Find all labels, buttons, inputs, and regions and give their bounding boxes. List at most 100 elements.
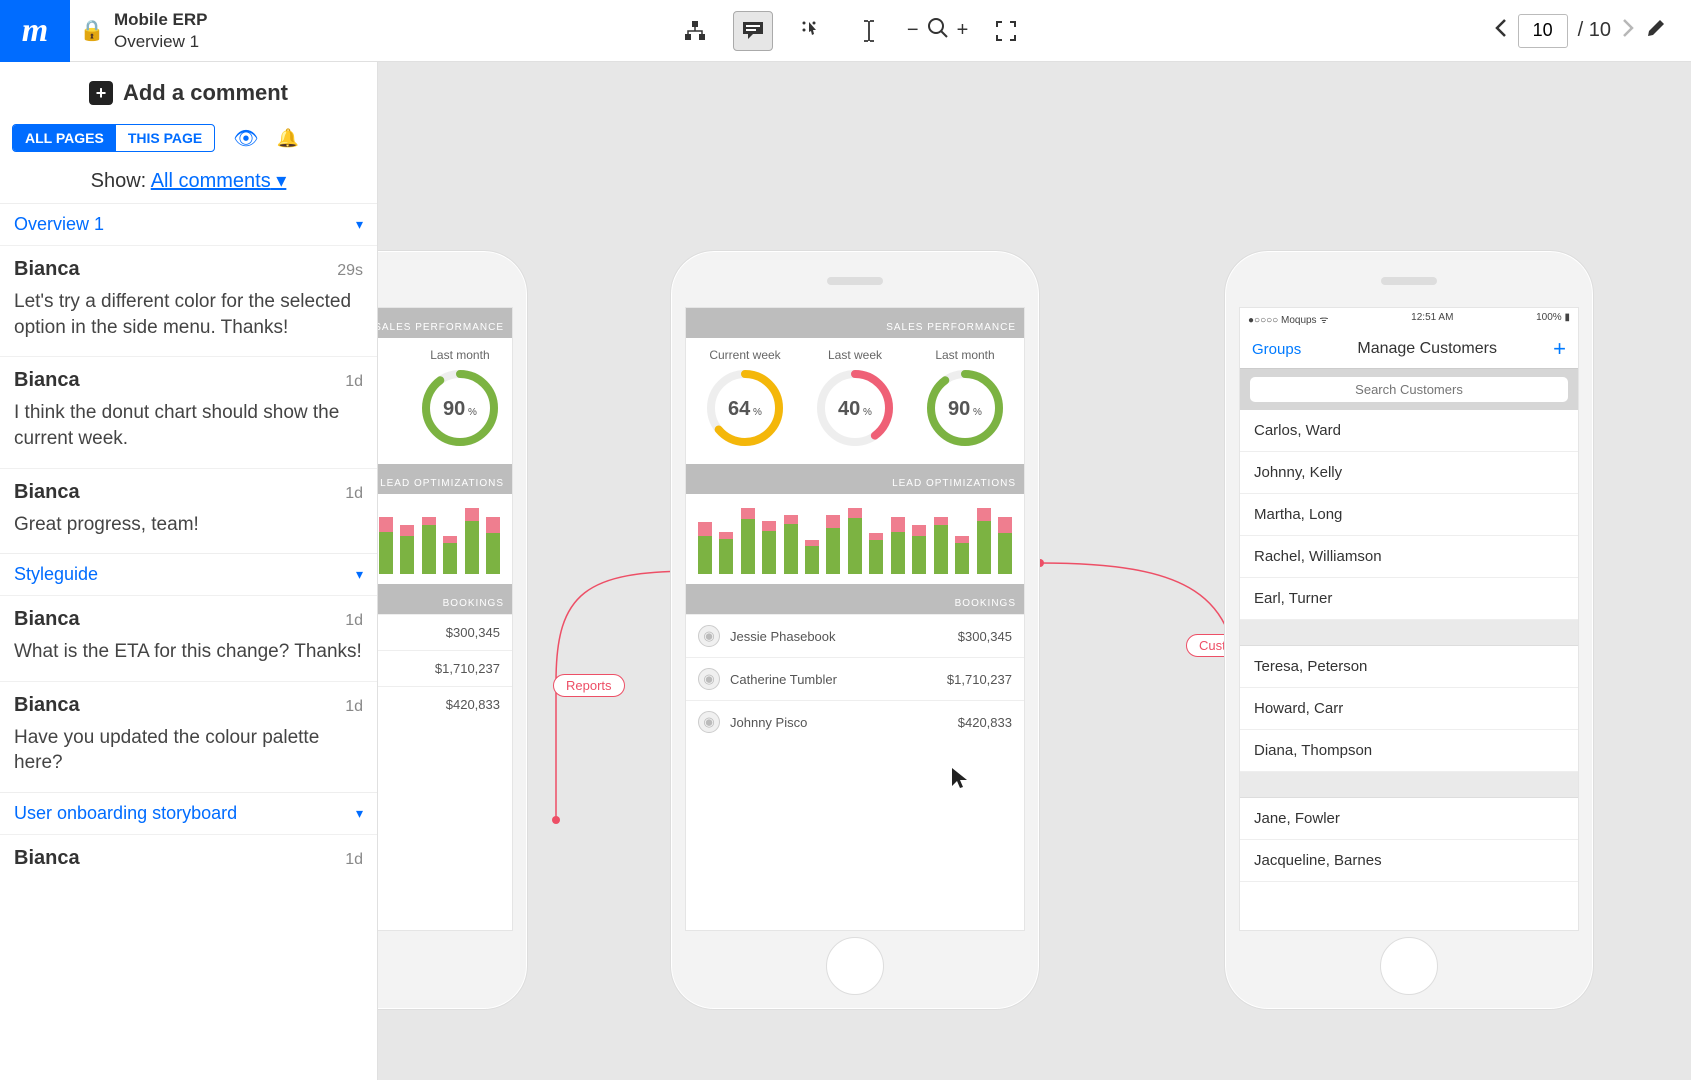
comment-author: Bianca bbox=[14, 847, 80, 870]
add-icon[interactable]: + bbox=[1553, 336, 1566, 362]
bar bbox=[998, 517, 1012, 574]
comment-item[interactable]: Bianca1dGreat progress, team! bbox=[0, 468, 377, 554]
back-button[interactable]: Groups bbox=[1252, 341, 1301, 358]
comment-item[interactable]: Bianca29sLet's try a different color for… bbox=[0, 245, 377, 356]
section-lead-label: LEAD OPTIMIZATIONS bbox=[380, 478, 504, 489]
connector-label-reports: Reports bbox=[553, 674, 625, 697]
bar bbox=[934, 517, 948, 574]
booking-row: ◉Jessie Phasebook$300,345 bbox=[686, 614, 1024, 657]
comments-section[interactable]: Styleguide▾ bbox=[0, 553, 377, 595]
filter-all-pages[interactable]: ALL PAGES bbox=[13, 125, 116, 151]
list-item[interactable]: Diana, Thompson bbox=[1240, 730, 1578, 772]
list-item[interactable]: Earl, Turner bbox=[1240, 578, 1578, 620]
list-item[interactable]: Jacqueline, Barnes bbox=[1240, 840, 1578, 882]
list-item[interactable]: Carlos, Ward bbox=[1240, 410, 1578, 452]
comment-author: Bianca bbox=[14, 369, 80, 392]
comments-icon[interactable] bbox=[733, 11, 773, 51]
bar bbox=[762, 521, 776, 574]
show-filter: Show: All comments ▾ bbox=[0, 162, 377, 203]
list-item[interactable]: Howard, Carr bbox=[1240, 688, 1578, 730]
donut-gauge: Last month90 % bbox=[925, 348, 1005, 448]
booking-row: ◉Catherine Tumbler$1,710,237 bbox=[686, 657, 1024, 700]
comment-author: Bianca bbox=[14, 258, 80, 281]
comment-time: 1d bbox=[345, 698, 363, 716]
page-total: / 10 bbox=[1578, 19, 1611, 42]
mock-phone-reports-clipped: SALES PERFORMANCE Last month90 % LEAD OP… bbox=[378, 250, 528, 1010]
comments-section[interactable]: Overview 1▾ bbox=[0, 203, 377, 245]
visibility-icon[interactable]: 👁 bbox=[233, 126, 258, 151]
bar bbox=[955, 536, 969, 574]
add-comment-button[interactable]: + Add a comment bbox=[0, 62, 377, 124]
booking-row: $300,345 bbox=[378, 614, 512, 650]
edit-icon[interactable] bbox=[1645, 17, 1667, 45]
comment-time: 1d bbox=[345, 373, 363, 391]
comments-section[interactable]: User onboarding storyboard▾ bbox=[0, 792, 377, 834]
bar bbox=[891, 517, 905, 574]
bar bbox=[443, 536, 457, 574]
zoom-in-icon[interactable]: + bbox=[957, 19, 969, 42]
zoom-icon[interactable] bbox=[927, 17, 949, 45]
top-bar: m 🔒 Mobile ERP Overview 1 − + / 10 bbox=[0, 0, 1691, 62]
bar bbox=[869, 533, 883, 574]
svg-text:40 %: 40 % bbox=[838, 398, 872, 420]
search-bar bbox=[1240, 369, 1578, 410]
bar bbox=[912, 525, 926, 574]
avatar-icon: ◉ bbox=[698, 711, 720, 733]
section-lead-label: LEAD OPTIMIZATIONS bbox=[892, 478, 1016, 489]
comment-item[interactable]: Bianca 1d I think the donut chart should s… bbox=[0, 356, 377, 467]
comment-author: Bianca bbox=[14, 608, 80, 631]
show-label: Show: bbox=[91, 170, 147, 192]
list-item[interactable]: Teresa, Peterson bbox=[1240, 646, 1578, 688]
comment-item[interactable]: Bianca1dHave you updated the colour pale… bbox=[0, 681, 377, 792]
svg-text:90 %: 90 % bbox=[948, 398, 982, 420]
comment-item[interactable]: Bianca1d bbox=[0, 834, 377, 894]
comment-body: I think the donut chart should show the … bbox=[14, 400, 363, 451]
zoom-out-icon[interactable]: − bbox=[907, 19, 919, 42]
bar bbox=[826, 515, 840, 574]
comment-time: 29s bbox=[337, 262, 363, 280]
list-item[interactable]: Jane, Fowler bbox=[1240, 798, 1578, 840]
list-item[interactable]: Martha, Long bbox=[1240, 494, 1578, 536]
chevron-down-icon: ▾ bbox=[356, 566, 363, 583]
pointer-cursor-icon bbox=[950, 766, 970, 796]
list-item[interactable]: Johnny, Kelly bbox=[1240, 452, 1578, 494]
bar bbox=[422, 517, 436, 574]
donut-gauge: Current week64 % bbox=[705, 348, 785, 448]
booking-row: $420,833 bbox=[378, 686, 512, 722]
next-page-icon[interactable] bbox=[1621, 18, 1635, 44]
avatar-icon: ◉ bbox=[698, 625, 720, 647]
bar bbox=[465, 508, 479, 574]
project-breadcrumb[interactable]: Mobile ERP Overview 1 bbox=[114, 9, 208, 52]
sitemap-icon[interactable] bbox=[675, 11, 715, 51]
bar bbox=[400, 525, 414, 574]
svg-text:90 %: 90 % bbox=[443, 398, 477, 420]
mock-phone-dashboard: SALES PERFORMANCE Current week64 %Last w… bbox=[670, 250, 1040, 1010]
page-filter-toggle[interactable]: ALL PAGES THIS PAGE bbox=[12, 124, 215, 152]
bar bbox=[977, 508, 991, 574]
search-input[interactable] bbox=[1250, 377, 1568, 402]
status-bar: ●○○○○ Moqups ᯤ 12:51 AM 100% ▮ bbox=[1240, 308, 1578, 330]
show-dropdown[interactable]: All comments ▾ bbox=[151, 170, 287, 192]
svg-text:64 %: 64 % bbox=[728, 398, 762, 420]
lock-icon[interactable]: 🔒 bbox=[70, 18, 114, 43]
plus-icon: + bbox=[89, 81, 113, 105]
list-item[interactable]: Rachel, Williamson bbox=[1240, 536, 1578, 578]
comment-author: Bianca bbox=[14, 694, 80, 717]
comment-item[interactable]: Bianca1dWhat is the ETA for this change?… bbox=[0, 595, 377, 681]
screen-title: Manage Customers bbox=[1357, 340, 1497, 358]
comment-time: 1d bbox=[345, 612, 363, 630]
section-book-label: BOOKINGS bbox=[955, 598, 1016, 609]
interact-icon[interactable] bbox=[791, 11, 831, 51]
fullscreen-icon[interactable] bbox=[986, 11, 1026, 51]
comment-time: 1d bbox=[345, 485, 363, 503]
page-name: Overview 1 bbox=[114, 31, 208, 52]
notifications-icon[interactable]: 🔔 bbox=[277, 128, 299, 149]
page-input[interactable] bbox=[1518, 14, 1568, 48]
text-cursor-icon[interactable] bbox=[849, 11, 889, 51]
filter-this-page[interactable]: THIS PAGE bbox=[116, 125, 214, 151]
bar bbox=[784, 515, 798, 574]
prev-page-icon[interactable] bbox=[1494, 18, 1508, 44]
section-sales-label: SALES PERFORMANCE bbox=[886, 322, 1016, 333]
app-logo[interactable]: m bbox=[0, 0, 70, 62]
canvas[interactable]: Reports Customers SALES PERFORMANCE Last… bbox=[378, 62, 1691, 1080]
